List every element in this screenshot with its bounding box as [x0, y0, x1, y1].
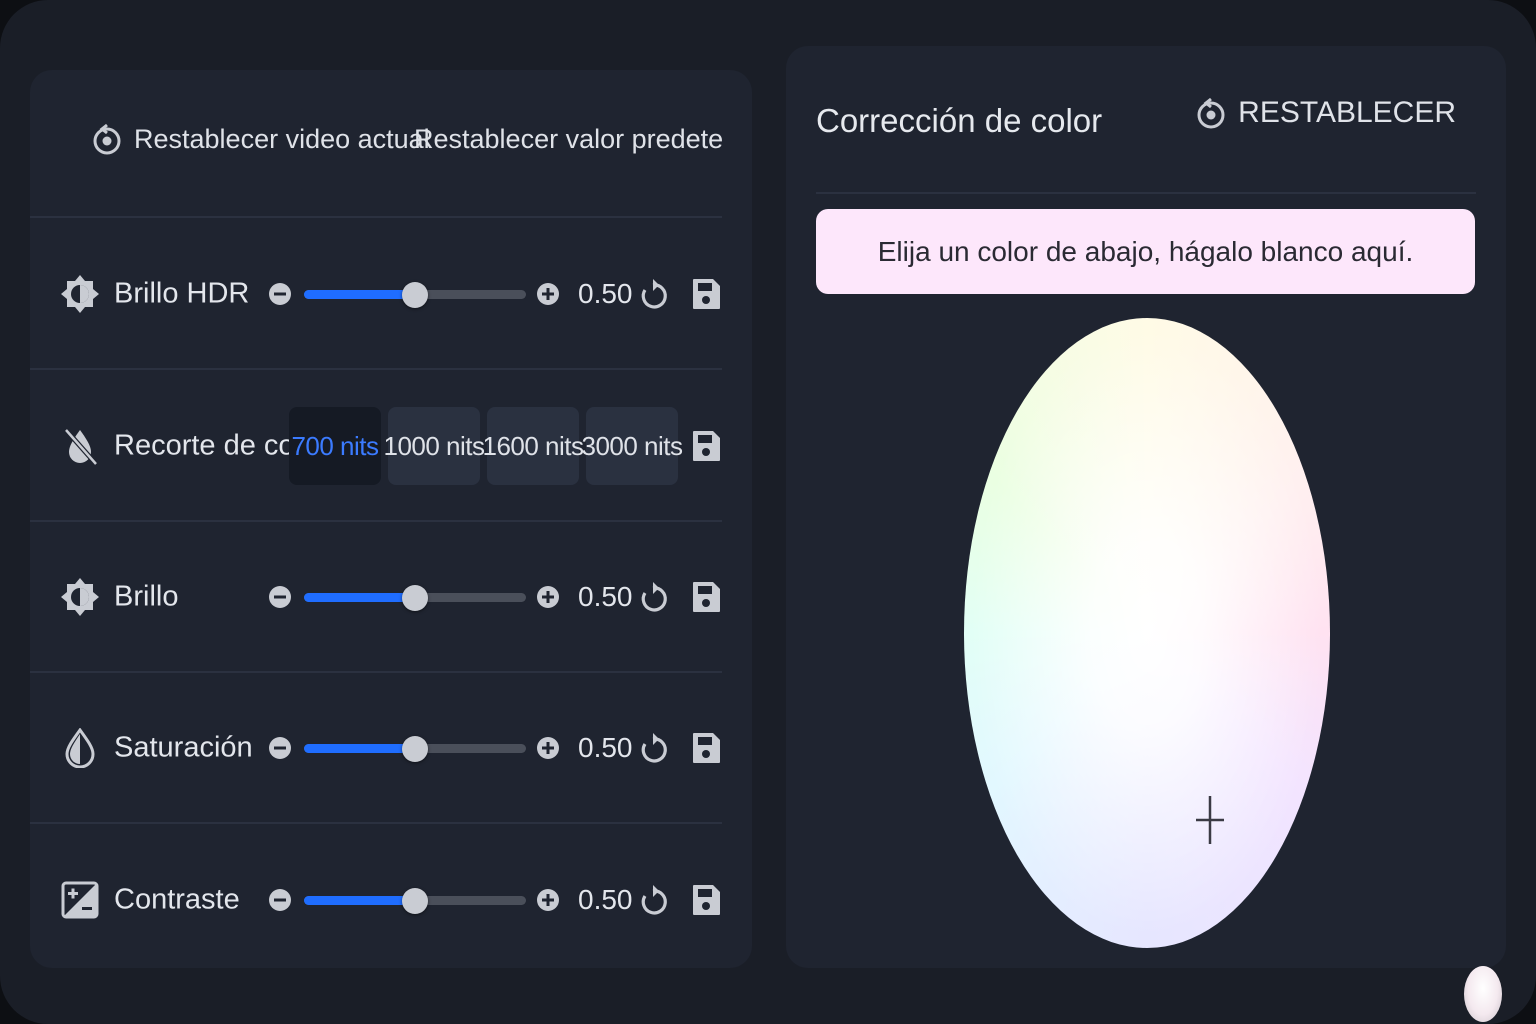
reset-default-button[interactable]: Restablecer valor predeterminad: [402, 122, 722, 156]
color-wheel[interactable]: [964, 318, 1330, 948]
value-readout: 0.50: [578, 732, 633, 763]
decrease-button[interactable]: [268, 282, 292, 306]
save-icon[interactable]: [691, 732, 721, 764]
value-readout: 0.50: [578, 884, 633, 915]
increase-button[interactable]: [536, 736, 560, 760]
color-clip-icon: [64, 428, 98, 466]
increase-button[interactable]: [536, 585, 560, 609]
slider-thumb[interactable]: [402, 584, 428, 611]
increase-button[interactable]: [536, 282, 560, 306]
slider-fill: [304, 593, 415, 602]
row-label: Saturación: [114, 731, 253, 764]
slider-thumb[interactable]: [402, 735, 428, 762]
color-picker-crosshair[interactable]: [1196, 796, 1224, 844]
hdr-brightness-slider[interactable]: [304, 281, 526, 308]
reset-default-label: Restablecer valor predeterminad: [414, 123, 722, 154]
slider-thumb[interactable]: [402, 887, 428, 914]
decrease-button[interactable]: [268, 736, 292, 760]
brightness-slider[interactable]: [304, 584, 526, 611]
save-icon[interactable]: [691, 581, 721, 613]
saturation-row: Saturación 0.50: [30, 674, 722, 824]
contrast-slider[interactable]: [304, 887, 526, 914]
save-icon[interactable]: [691, 278, 721, 310]
hdr-brightness-icon: [61, 275, 99, 313]
saturation-drop-icon: [65, 728, 95, 768]
color-hint-banner: Elija un color de abajo, hágalo blanco a…: [816, 209, 1475, 294]
brightness-icon: [61, 578, 99, 616]
color-clip-row: Recorte de color 700 nits 1000 nits 1600…: [30, 372, 722, 522]
row-label: Brillo HDR: [114, 277, 250, 310]
value-readout: 0.50: [578, 278, 633, 309]
color-correction-reset-label: RESTABLECER: [1238, 96, 1456, 129]
undo-icon[interactable]: [638, 883, 668, 917]
color-correction-header: Corrección de color RESTABLECER: [816, 84, 1476, 194]
reset-icon: [93, 123, 121, 155]
contrast-row: Contraste 0.50: [30, 825, 722, 975]
brightness-row: Brillo 0.50: [30, 523, 722, 673]
nits-option-1600[interactable]: 1600 nits: [482, 407, 584, 485]
nits-option-1000[interactable]: 1000 nits: [383, 407, 485, 485]
row-label: Contraste: [114, 883, 240, 916]
decrease-button[interactable]: [268, 888, 292, 912]
color-correction-title: Corrección de color: [816, 102, 1103, 139]
slider-fill: [304, 290, 415, 299]
value-readout: 0.50: [578, 581, 633, 612]
undo-icon[interactable]: [638, 731, 668, 765]
slider-thumb[interactable]: [402, 281, 428, 308]
nits-options: 700 nits 1000 nits 1600 nits 3000 nits: [289, 407, 683, 485]
nits-option-3000[interactable]: 3000 nits: [581, 407, 683, 485]
slider-fill: [304, 744, 415, 753]
floating-orb-button[interactable]: [1464, 966, 1502, 1022]
reset-current-video-button[interactable]: Restablecer video actual: [92, 122, 430, 156]
slider-fill: [304, 896, 415, 905]
undo-icon[interactable]: [638, 277, 668, 311]
color-correction-reset-button[interactable]: RESTABLECER: [1196, 96, 1456, 130]
reset-toolbar: Restablecer video actual Restablecer val…: [30, 70, 722, 218]
contrast-icon: [61, 881, 99, 919]
save-icon[interactable]: [691, 884, 721, 916]
increase-button[interactable]: [536, 888, 560, 912]
reset-icon: [1197, 97, 1225, 129]
undo-icon[interactable]: [638, 580, 668, 614]
color-hint-text: Elija un color de abajo, hágalo blanco a…: [877, 235, 1414, 267]
row-label: Brillo: [114, 580, 179, 613]
nits-option-700[interactable]: 700 nits: [289, 407, 381, 485]
decrease-button[interactable]: [268, 585, 292, 609]
saturation-slider[interactable]: [304, 735, 526, 762]
hdr-brightness-row: Brillo HDR 0.50: [30, 220, 722, 370]
save-icon[interactable]: [691, 430, 721, 462]
reset-current-video-label: Restablecer video actual: [134, 123, 430, 154]
